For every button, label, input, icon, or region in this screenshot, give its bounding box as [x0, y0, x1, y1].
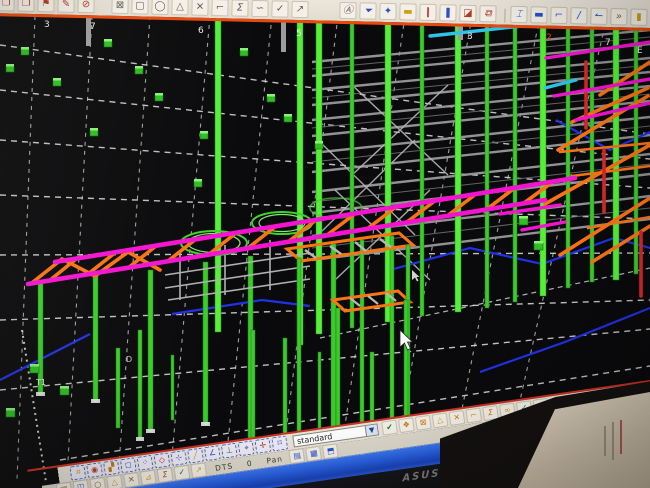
profile-slash-icon[interactable]: ∕ [570, 7, 587, 24]
profile-plate-icon[interactable]: ▬ [530, 6, 547, 23]
mode-x-icon[interactable]: ✕ [123, 472, 140, 488]
grid-label: E [637, 46, 643, 56]
cross-icon[interactable]: ✕ [191, 0, 208, 16]
phase-combobox-value: standard [296, 431, 332, 445]
rect-icon[interactable]: ▢ [131, 0, 148, 15]
copy-swatch-icon[interactable]: ⧉ [479, 5, 496, 22]
copy-icon[interactable]: ❐ [0, 0, 15, 12]
grid-label: 3 [44, 20, 50, 30]
status-dts-label: DTS [214, 461, 233, 472]
snap-point-icon[interactable]: ◉ [86, 462, 103, 478]
mode-wedge-icon[interactable]: ⊿ [140, 470, 157, 486]
apply-check-icon[interactable]: ✔ [381, 420, 398, 436]
grid-label: 6 [198, 26, 204, 36]
snap-star-icon[interactable]: ⊹ [170, 450, 187, 466]
snap-angle-icon[interactable]: ∠ [204, 445, 221, 461]
check-icon[interactable]: ✓ [271, 0, 288, 17]
profile-arrow-icon[interactable]: ↼ [590, 8, 607, 25]
profile-angle-icon[interactable]: ⌐ [550, 7, 567, 24]
circle-icon[interactable]: ◯ [151, 0, 168, 15]
view-grid-icon[interactable]: ▦ [306, 446, 323, 462]
sel-triangle-icon[interactable]: △ [432, 412, 449, 428]
status-pan-label: Pan [266, 454, 284, 465]
grid-label: 3 [467, 32, 473, 42]
status-count: 0 [246, 458, 253, 468]
grid-label: 7 [90, 22, 96, 32]
mode-arrow-icon[interactable]: ↗ [190, 462, 207, 478]
mode-split-icon[interactable]: ◫ [73, 479, 90, 488]
star-icon[interactable]: ✦ [379, 3, 396, 20]
stud-icon[interactable]: ▮ [630, 8, 647, 25]
chevron-down-icon[interactable]: ▼ [365, 424, 378, 436]
refresh-globe-icon[interactable]: ❖ [398, 417, 415, 433]
monitor-brand-logo: ASUS [403, 468, 441, 485]
grid-label: T1 [35, 378, 46, 387]
curve-icon[interactable]: ∽ [251, 0, 268, 17]
note-icon[interactable]: ▬ [399, 3, 416, 20]
sigma-icon[interactable]: Σ [231, 0, 248, 17]
mode-circle-icon[interactable]: ○ [89, 477, 106, 488]
snap-plus-icon[interactable]: ✛ [254, 438, 271, 454]
snap-hatch-icon[interactable]: ▞ [103, 460, 120, 476]
sel-boxed-x-icon[interactable]: ⊠ [415, 415, 432, 431]
view-panel-icon[interactable]: ▤ [289, 448, 306, 464]
snap-target-icon[interactable]: ⌖ [238, 440, 255, 456]
sel-cross-icon[interactable]: ✕ [448, 410, 465, 426]
snap-perp-icon[interactable]: ⊥ [221, 443, 238, 459]
paste-icon[interactable]: ❒ [17, 0, 34, 12]
snap-dots-icon[interactable]: ⁘ [137, 455, 154, 471]
swatch-icon[interactable]: ◪ [459, 5, 476, 22]
pin-red-icon[interactable]: ❙ [419, 4, 436, 21]
grid-label: 7 [605, 38, 611, 48]
snap-diamond-icon[interactable]: ◇ [154, 452, 171, 468]
sel-corner-icon[interactable]: ⌐ [465, 408, 482, 424]
mode-sigma-icon[interactable]: Σ [157, 467, 174, 483]
erase-icon[interactable]: ⊘ [77, 0, 94, 13]
grid-label: 5 [296, 29, 302, 39]
pen-icon[interactable]: ✎ [57, 0, 74, 13]
annotate-icon[interactable]: Ⓐ [339, 2, 356, 19]
snap-handle-icon[interactable]: ⌑ [271, 435, 288, 451]
filter-funnel-icon[interactable]: ⏷ [359, 2, 376, 19]
mode-box-icon[interactable]: ▣ [56, 482, 73, 488]
view-half-icon[interactable]: ⬒ [322, 443, 339, 459]
boxed-x-icon[interactable]: ⊠ [111, 0, 128, 14]
grid-label: D [126, 355, 132, 364]
grid-label: 2 [546, 33, 552, 43]
arrow-ne-icon[interactable]: ↗ [291, 1, 308, 18]
bolt-icon[interactable]: » [610, 8, 627, 25]
triangle-icon[interactable]: △ [171, 0, 188, 15]
flag-icon[interactable]: ⚑ [37, 0, 54, 12]
profile-ibeam-icon[interactable]: ⌶ [510, 6, 527, 23]
corner-icon[interactable]: ⌐ [211, 0, 228, 16]
snap-line-icon[interactable]: ╱ [187, 448, 204, 464]
snap-box-icon[interactable]: ◻ [120, 457, 137, 473]
snap-grid-icon[interactable]: ⌗ [69, 465, 86, 481]
pin-blue-icon[interactable]: ❚ [439, 4, 456, 21]
mode-triangle-icon[interactable]: △ [106, 474, 123, 488]
mode-check-icon[interactable]: ✓ [173, 465, 190, 481]
monitor-photo: 3 7 6 5 3 2 7 E T1 D ❐ ❒ ⚑ ✎ ⊘ ⊠ ▢ ◯ △ ✕… [0, 0, 650, 488]
